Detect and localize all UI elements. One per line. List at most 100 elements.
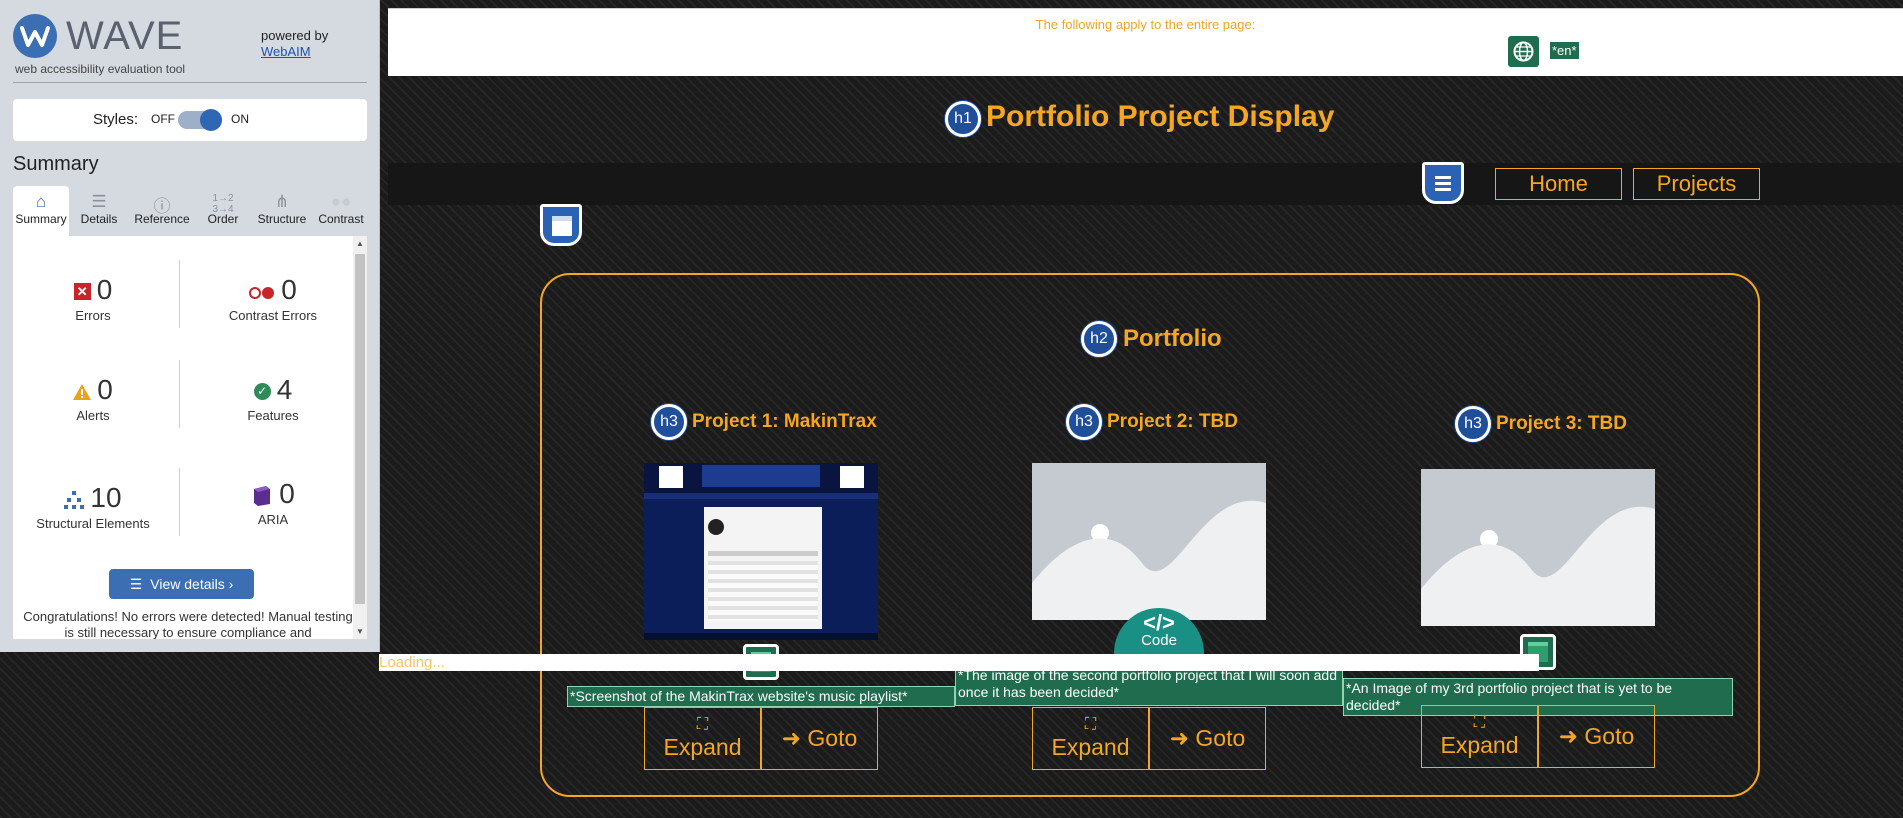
h3-badge-icon[interactable]: h3	[1066, 404, 1102, 440]
aria-count: 0	[279, 478, 295, 509]
divider	[13, 82, 367, 83]
project-title: Project 2: TBD	[1107, 411, 1238, 432]
expand-button[interactable]: ⛶ Expand	[1421, 705, 1538, 768]
styles-toggle[interactable]	[178, 109, 222, 131]
project-title: Project 1: MakinTrax	[692, 411, 877, 432]
stat-aria[interactable]: 0 ARIA	[193, 478, 353, 527]
expand-button[interactable]: ⛶ Expand	[1032, 707, 1149, 770]
project-1-buttons: ⛶ Expand ➜ Goto	[644, 707, 878, 770]
globe-icon[interactable]	[1508, 36, 1539, 67]
tab-summary[interactable]: ⌂ Summary	[13, 186, 69, 236]
h3-badge-icon[interactable]: h3	[1455, 406, 1491, 442]
expand-label: Expand	[1051, 734, 1130, 760]
tab-contrast[interactable]: ●● Contrast	[315, 186, 367, 236]
goto-button[interactable]: ➜ Goto	[761, 707, 878, 770]
error-icon: ✕	[73, 283, 91, 301]
contrast-error-icon	[249, 286, 275, 299]
order-icon: 1→2 3→4	[212, 193, 234, 215]
project-2-buttons: ⛶ Expand ➜ Goto	[1032, 707, 1266, 770]
project-2-placeholder-image	[1032, 463, 1266, 620]
project-3-placeholder-image	[1421, 469, 1655, 626]
structural-label: Structural Elements	[36, 516, 150, 531]
structure-icon: ⋔	[274, 192, 290, 211]
view-details-button[interactable]: ☰ View details ›	[109, 569, 254, 599]
contrast-errors-label: Contrast Errors	[228, 308, 318, 323]
expand-button[interactable]: ⛶ Expand	[644, 707, 761, 770]
nav-projects-link[interactable]: Projects	[1633, 168, 1760, 200]
check-icon: ✓	[253, 383, 271, 401]
tab-reference[interactable]: ⓘ Reference	[129, 186, 195, 236]
project-1-screenshot	[644, 463, 878, 640]
expand-icon: ⛶	[1084, 716, 1097, 733]
expand-icon: ⛶	[1473, 714, 1486, 731]
alerts-count: 0	[97, 374, 113, 405]
expand-label: Expand	[663, 734, 742, 760]
language-bar: The following apply to the entire page: …	[388, 8, 1903, 76]
tab-label: Details	[80, 212, 118, 226]
stat-errors[interactable]: ✕ 0 Errors	[13, 274, 173, 323]
scroll-down-icon[interactable]: ▼	[356, 627, 364, 636]
styles-toggle-box: Styles: OFF ON	[13, 99, 367, 141]
h3-badge-icon[interactable]: h3	[651, 404, 687, 440]
project-3-buttons: ⛶ Expand ➜ Goto	[1421, 705, 1655, 768]
stat-features[interactable]: ✓ 4 Features	[193, 374, 353, 423]
stat-alerts[interactable]: 0 Alerts	[13, 374, 173, 423]
wave-title: WAVE	[66, 14, 184, 58]
list-icon: ☰	[91, 192, 107, 211]
contrast-errors-count: 0	[281, 274, 297, 305]
powered-by-label: powered by	[261, 28, 329, 43]
home-icon: ⌂	[35, 192, 47, 211]
tab-label: Structure	[257, 212, 307, 226]
alt-text-tag: *The image of the second portfolio proje…	[955, 665, 1343, 706]
code-icon[interactable]: </> Code	[1114, 608, 1204, 660]
tab-order[interactable]: 1→2 3→4 Order	[197, 186, 249, 236]
structural-count: 10	[90, 482, 122, 513]
aria-cube-icon	[251, 485, 273, 507]
h1-badge-icon[interactable]: h1	[945, 101, 981, 137]
summary-scrollbar[interactable]: ▲ ▼	[353, 236, 367, 639]
tab-label: Reference	[134, 212, 190, 226]
info-icon: ⓘ	[153, 197, 171, 216]
stat-structural[interactable]: 10 Structural Elements	[13, 482, 173, 531]
page-title: Portfolio Project Display	[986, 100, 1335, 133]
divider	[179, 360, 180, 428]
wave-subtitle: web accessibility evaluation tool	[15, 62, 186, 76]
stat-contrast-errors[interactable]: 0 Contrast Errors	[193, 274, 353, 323]
alert-icon	[73, 383, 92, 400]
structure-icon	[64, 490, 85, 509]
tab-label: Summary	[15, 212, 67, 226]
loading-bar: Loading...	[379, 654, 1539, 671]
webaim-link[interactable]: WebAIM	[261, 44, 328, 60]
wave-logo-icon	[13, 14, 57, 58]
tab-label: Contrast	[318, 212, 364, 226]
loading-text: Loading...	[379, 654, 445, 671]
summary-panel: ✕ 0 Errors 0 Contrast Errors 0 Alerts ✓ 4 …	[13, 236, 367, 639]
language-notice: The following apply to the entire page:	[1035, 17, 1256, 32]
list-structure-icon[interactable]	[1422, 162, 1464, 204]
congrats-message: Congratulations! No errors were detected…	[23, 609, 353, 639]
goto-button[interactable]: ➜ Goto	[1538, 705, 1655, 768]
code-label: Code	[1141, 632, 1177, 649]
contrast-icon: ●●	[330, 192, 352, 211]
tab-structure[interactable]: ⋔ Structure	[251, 186, 313, 236]
scroll-up-icon[interactable]: ▲	[356, 239, 364, 248]
scroll-thumb[interactable]	[355, 254, 365, 604]
goto-button[interactable]: ➜ Goto	[1149, 707, 1266, 770]
summary-heading: Summary	[13, 153, 99, 175]
nav-home-link[interactable]: Home	[1495, 168, 1622, 200]
expand-icon: ⛶	[696, 716, 709, 733]
alerts-label: Alerts	[76, 408, 110, 423]
tab-label: Order	[207, 212, 239, 226]
toggle-knob[interactable]	[200, 109, 222, 131]
tab-details[interactable]: ☰ Details	[71, 186, 127, 236]
alt-text-tag: *Screenshot of the MakinTrax website's m…	[567, 686, 955, 707]
expand-label: Expand	[1440, 732, 1519, 758]
errors-count: 0	[96, 274, 113, 305]
errors-label: Errors	[75, 308, 111, 323]
h2-badge-icon[interactable]: h2	[1081, 321, 1117, 357]
aria-label: ARIA	[257, 512, 289, 527]
project-title: Project 3: TBD	[1496, 413, 1627, 434]
main-region-icon[interactable]	[540, 204, 582, 246]
styles-on-label: ON	[231, 112, 249, 126]
features-count: 4	[276, 374, 293, 405]
